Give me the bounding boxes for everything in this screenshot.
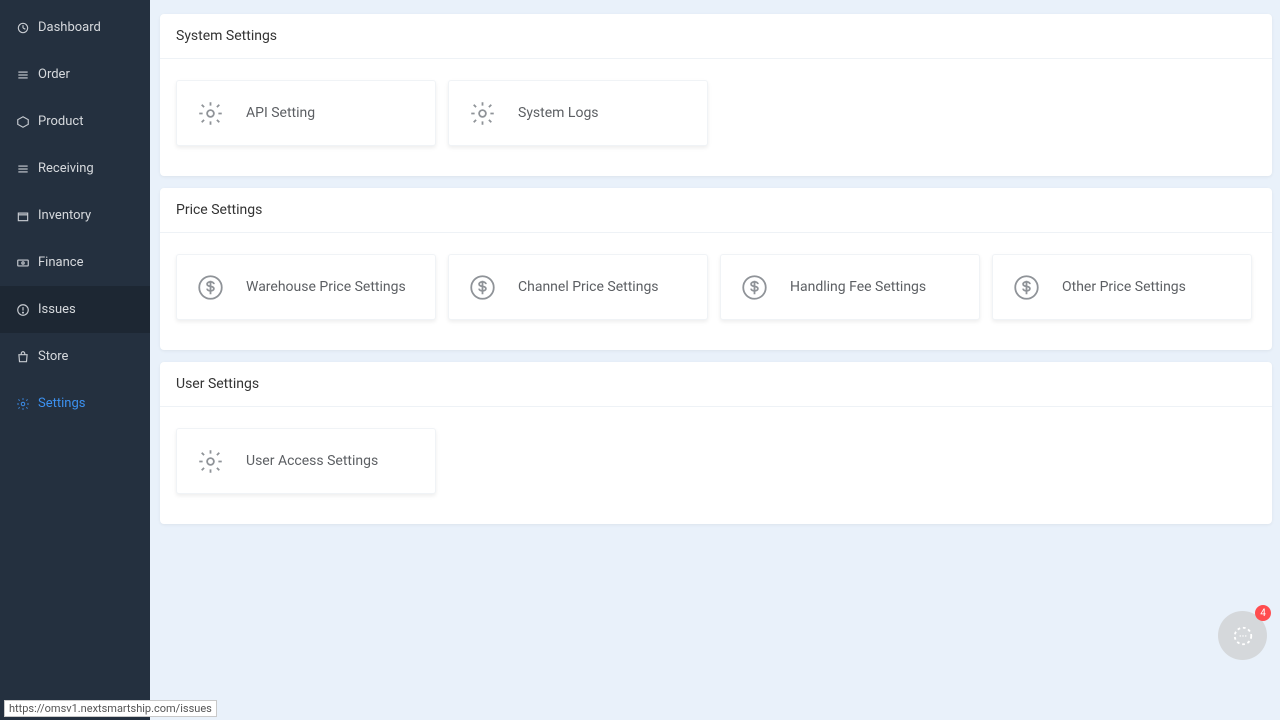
sidebar-item-store[interactable]: Store <box>0 333 150 380</box>
card-label: Warehouse Price Settings <box>246 279 406 295</box>
panel-price-settings: Price Settings Warehouse Price Settings Ch… <box>160 188 1272 350</box>
panel-body: API Setting System Logs <box>160 59 1272 176</box>
panel-body: User Access Settings <box>160 407 1272 524</box>
card-other-price-settings[interactable]: Other Price Settings <box>992 254 1252 320</box>
dollar-icon <box>741 274 768 301</box>
dollar-icon <box>1013 274 1040 301</box>
sidebar-item-label: Inventory <box>38 208 91 223</box>
gear-icon <box>469 100 496 127</box>
gear-icon <box>197 448 224 475</box>
sidebar-item-settings[interactable]: Settings <box>0 380 150 427</box>
sidebar-item-label: Settings <box>38 396 85 411</box>
sidebar-item-label: Finance <box>38 255 83 270</box>
chat-icon <box>1232 625 1254 647</box>
sidebar-item-dashboard[interactable]: Dashboard <box>0 4 150 51</box>
panel-system-settings: System Settings API Setting System Logs <box>160 14 1272 176</box>
list-icon <box>16 68 30 82</box>
sidebar-item-finance[interactable]: Finance <box>0 239 150 286</box>
list-icon <box>16 162 30 176</box>
gear-icon <box>197 100 224 127</box>
sidebar-item-label: Store <box>38 349 68 364</box>
dollar-icon <box>469 274 496 301</box>
panel-header: Price Settings <box>160 188 1272 233</box>
card-user-access-settings[interactable]: User Access Settings <box>176 428 436 494</box>
panel-header: System Settings <box>160 14 1272 59</box>
sidebar-item-label: Product <box>38 114 83 129</box>
card-label: API Setting <box>246 105 315 121</box>
card-api-setting[interactable]: API Setting <box>176 80 436 146</box>
money-icon <box>16 256 30 270</box>
sidebar-item-label: Dashboard <box>38 20 101 35</box>
dollar-icon <box>197 274 224 301</box>
card-label: Handling Fee Settings <box>790 279 926 295</box>
sidebar: Dashboard Order Product Receiving Inventory F… <box>0 0 150 720</box>
card-label: Other Price Settings <box>1062 279 1186 295</box>
gear-icon <box>16 397 30 411</box>
chat-badge: 4 <box>1255 605 1271 621</box>
sidebar-item-order[interactable]: Order <box>0 51 150 98</box>
bag-icon <box>16 350 30 364</box>
card-warehouse-price-settings[interactable]: Warehouse Price Settings <box>176 254 436 320</box>
panel-user-settings: User Settings User Access Settings <box>160 362 1272 524</box>
alert-icon <box>16 303 30 317</box>
sidebar-item-label: Receiving <box>38 161 94 176</box>
card-label: Channel Price Settings <box>518 279 659 295</box>
chat-button[interactable]: 4 <box>1218 611 1267 660</box>
box-icon <box>16 209 30 223</box>
panel-header: User Settings <box>160 362 1272 407</box>
sidebar-item-inventory[interactable]: Inventory <box>0 192 150 239</box>
cube-icon <box>16 115 30 129</box>
sidebar-item-product[interactable]: Product <box>0 98 150 145</box>
card-label: System Logs <box>518 105 599 121</box>
sidebar-item-label: Order <box>38 67 70 82</box>
sidebar-item-issues[interactable]: Issues <box>0 286 150 333</box>
panel-body: Warehouse Price Settings Channel Price Se… <box>160 233 1272 350</box>
dashboard-icon <box>16 21 30 35</box>
main-content: System Settings API Setting System Logs Pri… <box>150 0 1280 720</box>
card-channel-price-settings[interactable]: Channel Price Settings <box>448 254 708 320</box>
sidebar-item-receiving[interactable]: Receiving <box>0 145 150 192</box>
card-handling-fee-settings[interactable]: Handling Fee Settings <box>720 254 980 320</box>
card-system-logs[interactable]: System Logs <box>448 80 708 146</box>
card-label: User Access Settings <box>246 453 378 469</box>
sidebar-item-label: Issues <box>38 302 76 317</box>
status-bar-url: https://omsv1.nextsmartship.com/issues <box>4 700 217 717</box>
